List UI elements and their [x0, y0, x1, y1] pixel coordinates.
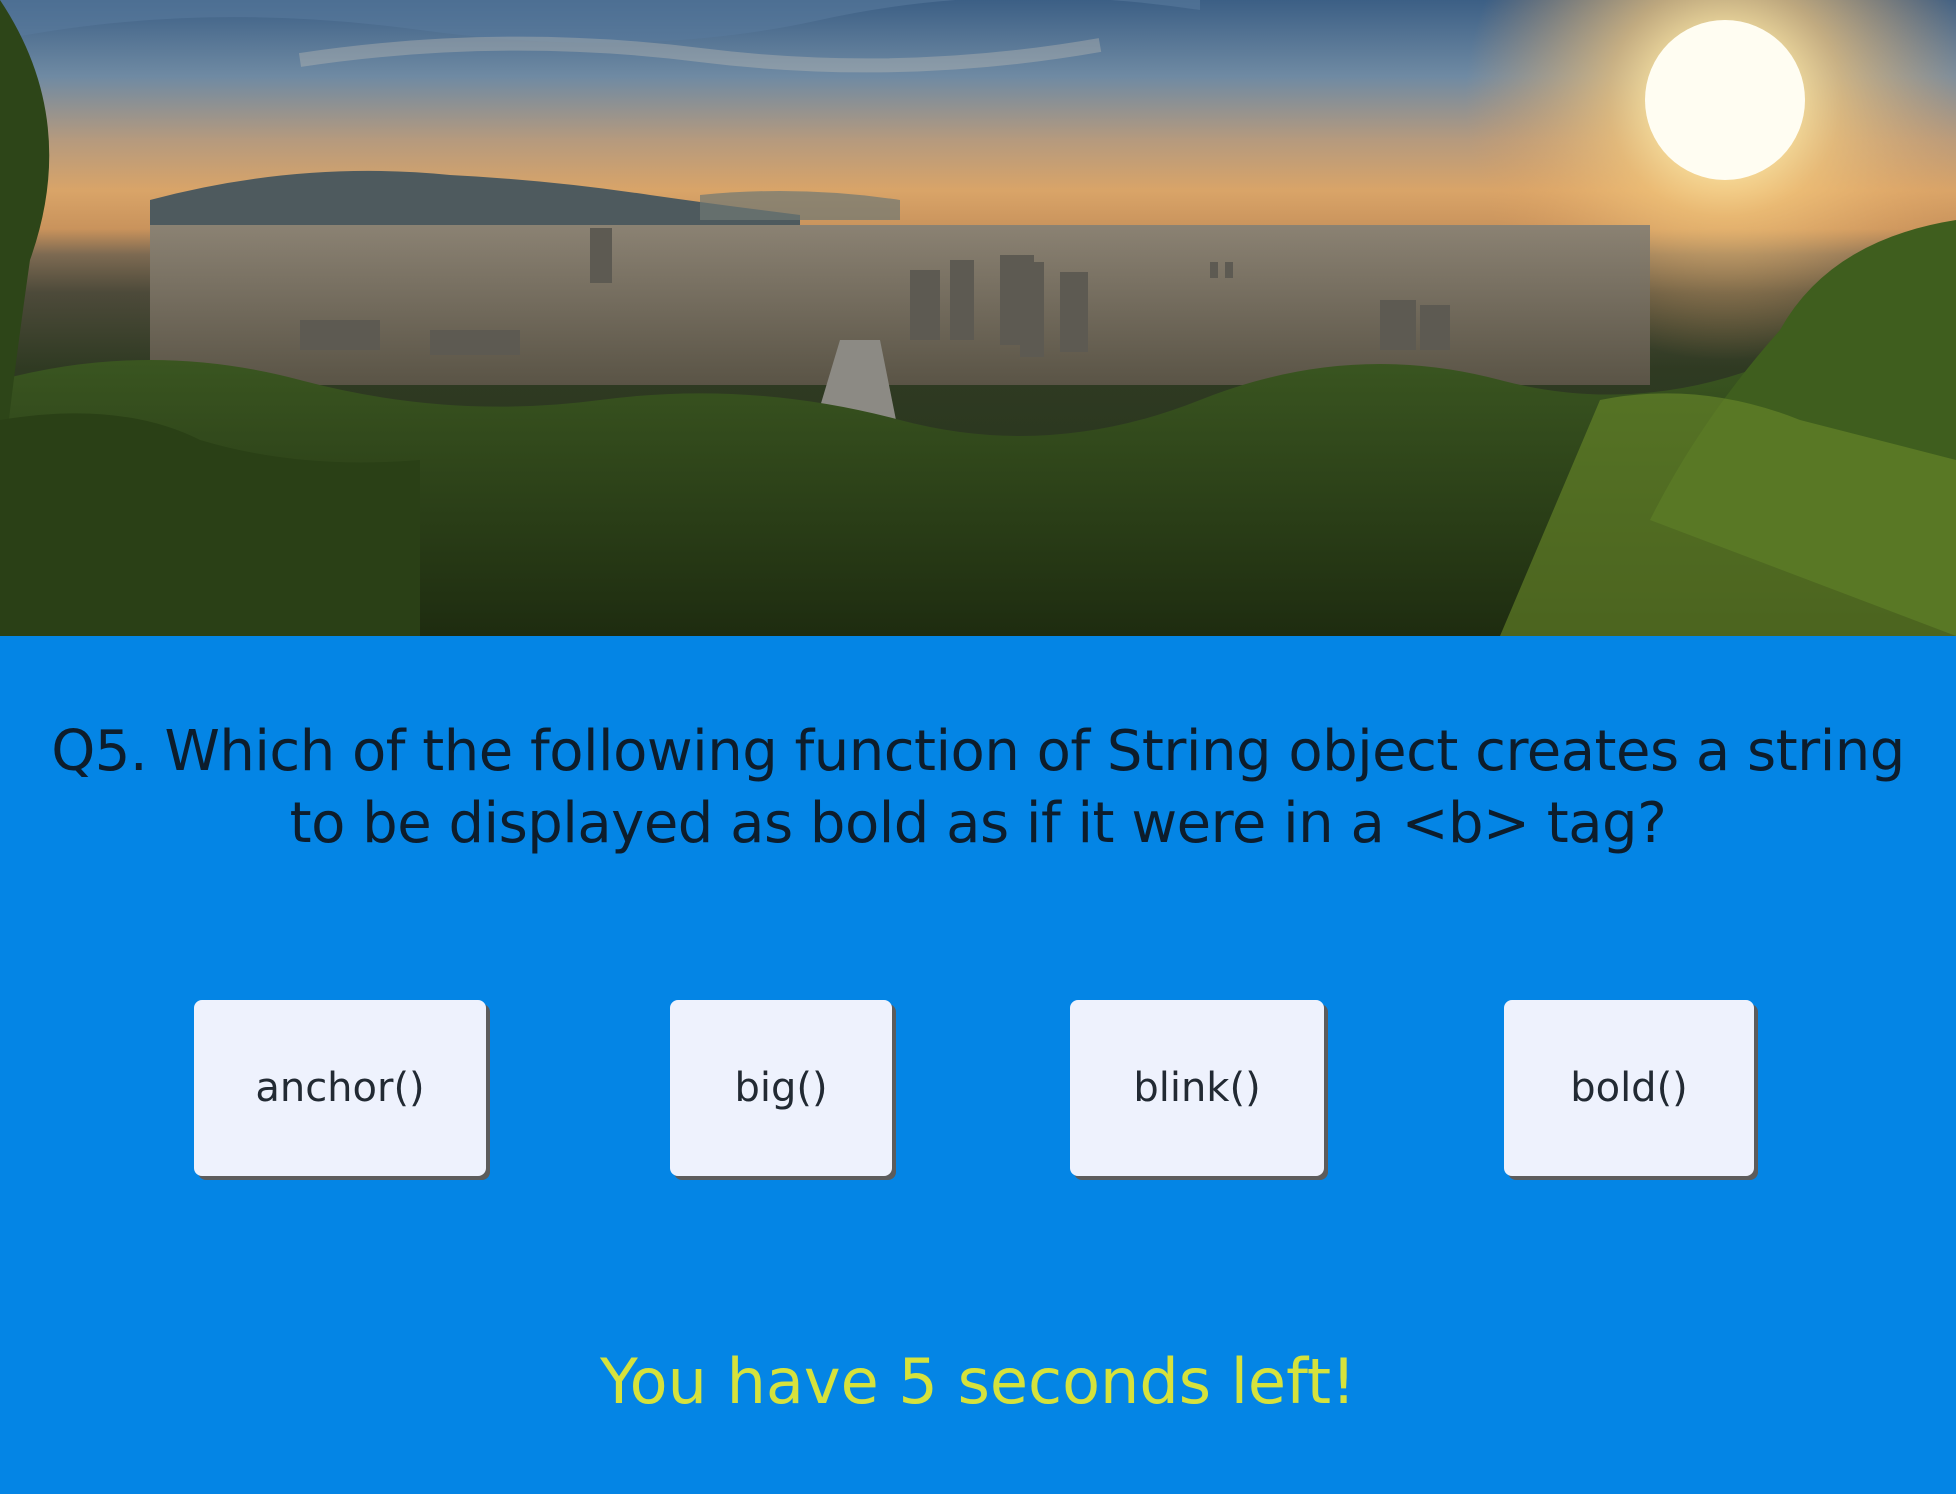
quiz-page: Q5. Which of the following function of S… [0, 0, 1956, 1494]
question-line-2: to be displayed as bold as if it were in… [289, 791, 1667, 856]
countdown-timer: You have 5 seconds left! [600, 1345, 1356, 1418]
hero-image [0, 0, 1956, 636]
answer-button-blink[interactable]: blink() [1070, 1000, 1324, 1176]
question-text: Q5. Which of the following function of S… [0, 716, 1956, 860]
question-line-1: Q5. Which of the following function of S… [51, 719, 1905, 784]
answer-button-big[interactable]: big() [670, 1000, 892, 1176]
landscape-illustration [0, 0, 1956, 636]
answer-button-bold[interactable]: bold() [1504, 1000, 1754, 1176]
answer-button-anchor[interactable]: anchor() [194, 1000, 486, 1176]
